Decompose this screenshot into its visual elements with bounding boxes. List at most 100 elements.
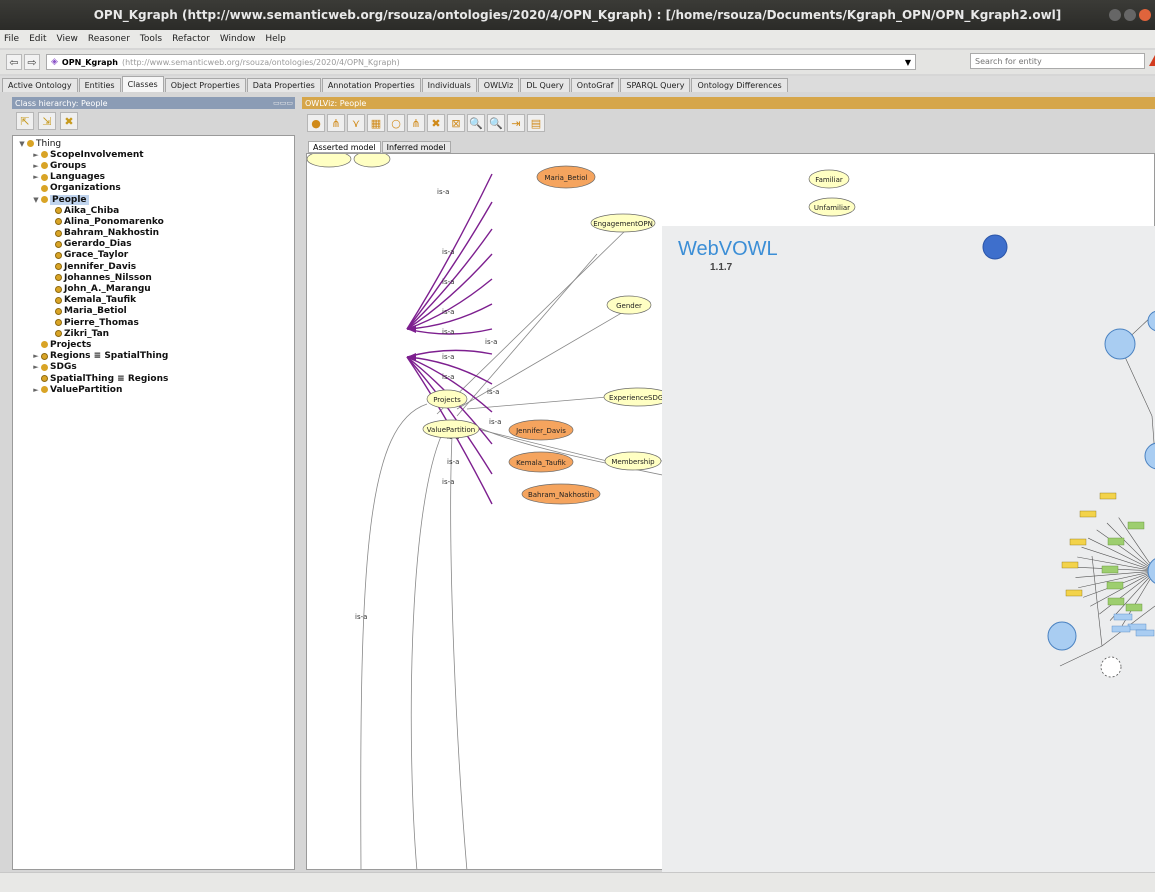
zoom-in-button[interactable]: 🔍: [487, 114, 505, 132]
class-icon: [41, 162, 48, 170]
tree-item[interactable]: Alina_Ponomarenko: [17, 216, 294, 227]
tab-classes[interactable]: Classes: [121, 76, 164, 92]
hide-all-button[interactable]: ✖: [427, 114, 445, 132]
tree-item-label: Groups: [50, 160, 87, 171]
menu-file[interactable]: File: [4, 34, 19, 44]
tab-ontology-differences[interactable]: Ontology Differences: [691, 78, 788, 92]
webvowl-datatype-node: [1101, 565, 1119, 574]
expand-toggle-icon[interactable]: ►: [31, 363, 41, 371]
tree-item[interactable]: ▼ People: [17, 194, 294, 205]
tree-item[interactable]: Gerardo_Dias: [17, 239, 294, 250]
expand-toggle-icon[interactable]: ▼: [31, 196, 41, 204]
show-subclasses-button[interactable]: ⋔: [327, 114, 345, 132]
expand-toggle-icon[interactable]: ►: [31, 151, 41, 159]
webvowl-nav-node: [982, 234, 1008, 260]
tab-inferred-model[interactable]: Inferred model: [381, 141, 451, 153]
tree-item[interactable]: Organizations: [17, 183, 294, 194]
tree-item[interactable]: ▼ Thing: [17, 138, 294, 149]
tab-data-properties[interactable]: Data Properties: [246, 78, 321, 92]
individual-icon: [55, 274, 62, 282]
webvowl-class-node: [1147, 310, 1155, 332]
window-titlebar: OPN_Kgraph (http://www.semanticweb.org/r…: [0, 0, 1155, 30]
menu-edit[interactable]: Edit: [29, 34, 46, 44]
delete-class-button[interactable]: ✖: [60, 112, 78, 130]
menu-help[interactable]: Help: [265, 34, 286, 44]
tree-item[interactable]: Aika_Chiba: [17, 205, 294, 216]
tab-owlviz[interactable]: OWLViz: [477, 78, 520, 92]
class-tree[interactable]: ▼ Thing ► ScopeInvolvement ► Groups ► Languages…: [12, 135, 295, 870]
menubar: File Edit View Reasoner Tools Refactor W…: [0, 30, 1155, 48]
tree-item[interactable]: SpatialThing ≡ Regions: [17, 373, 294, 384]
tree-item[interactable]: Projects: [17, 339, 294, 350]
menu-window[interactable]: Window: [220, 34, 256, 44]
tree-item[interactable]: ► Languages: [17, 172, 294, 183]
close-button[interactable]: [1139, 9, 1151, 21]
webvowl-graph[interactable]: [662, 226, 1155, 892]
export-button[interactable]: ⇥: [507, 114, 525, 132]
tree-item[interactable]: John_A._Marangu: [17, 283, 294, 294]
tree-item[interactable]: Grace_Taylor: [17, 250, 294, 261]
tree-item[interactable]: Zikri_Tan: [17, 328, 294, 339]
tree-item[interactable]: Jennifer_Davis: [17, 261, 294, 272]
tab-entities[interactable]: Entities: [78, 78, 121, 92]
tree-item[interactable]: ► Regions ≡ SpatialThing: [17, 351, 294, 362]
tree-item[interactable]: Maria_Betiol: [17, 306, 294, 317]
hide-subclasses-button[interactable]: ⋔: [407, 114, 425, 132]
class-hierarchy-title: Class hierarchy: People: [15, 98, 108, 108]
tree-item[interactable]: Bahram_Nakhostin: [17, 228, 294, 239]
tree-item[interactable]: Johannes_Nilsson: [17, 272, 294, 283]
menu-view[interactable]: View: [57, 34, 78, 44]
tree-item[interactable]: Kemala_Taufik: [17, 295, 294, 306]
zoom-out-button[interactable]: 🔍: [467, 114, 485, 132]
hide-class-button[interactable]: ○: [387, 114, 405, 132]
tab-dl-query[interactable]: DL Query: [520, 78, 570, 92]
expand-toggle-icon[interactable]: ►: [31, 162, 41, 170]
show-class-button[interactable]: ●: [307, 114, 325, 132]
edge-label: is-a: [355, 613, 367, 621]
tree-item[interactable]: ► Groups: [17, 160, 294, 171]
menu-reasoner[interactable]: Reasoner: [88, 34, 130, 44]
tab-active-ontology[interactable]: Active Ontology: [2, 78, 78, 92]
add-subclass-button[interactable]: ⇱: [16, 112, 34, 130]
expand-toggle-icon[interactable]: ►: [31, 386, 41, 394]
tab-sparql-query[interactable]: SPARQL Query: [620, 78, 691, 92]
maximize-button[interactable]: [1124, 9, 1136, 21]
add-sibling-class-button[interactable]: ⇲: [38, 112, 56, 130]
show-all-classes-button[interactable]: ▦: [367, 114, 385, 132]
ontology-selector[interactable]: ◈ OPN_Kgraph (http://www.semanticweb.org…: [46, 54, 916, 70]
show-superclasses-button[interactable]: ⋎: [347, 114, 365, 132]
search-entity-input[interactable]: [970, 53, 1145, 69]
individual-icon: [55, 240, 62, 248]
tree-item[interactable]: ► ValuePartition: [17, 384, 294, 395]
tree-item[interactable]: Pierre_Thomas: [17, 317, 294, 328]
tree-item[interactable]: ► ScopeInvolvement: [17, 149, 294, 160]
dropdown-arrow-icon[interactable]: ▼: [905, 58, 911, 67]
forward-button[interactable]: ⇨: [24, 54, 40, 70]
options-button[interactable]: ▤: [527, 114, 545, 132]
expand-toggle-icon[interactable]: ►: [31, 173, 41, 181]
class-icon: [41, 341, 48, 349]
tab-annotation-properties[interactable]: Annotation Properties: [321, 78, 421, 92]
tab-ontograf[interactable]: OntoGraf: [570, 78, 620, 92]
tree-item-label: Bahram_Nakhostin: [64, 228, 160, 239]
edge-label: is-a: [437, 188, 449, 196]
class-hierarchy-header: Class hierarchy: People ▭▭▭: [12, 97, 295, 109]
expand-toggle-icon[interactable]: ▼: [17, 140, 27, 148]
tree-item[interactable]: ► SDGs: [17, 362, 294, 373]
edge-label: is-a: [442, 353, 454, 361]
expand-toggle-icon[interactable]: ►: [31, 352, 41, 360]
fit-view-button[interactable]: ⊠: [447, 114, 465, 132]
edge-label: is-a: [442, 308, 454, 316]
tree-item-label: Grace_Taylor: [64, 250, 129, 261]
edge-line: [360, 403, 428, 869]
menu-tools[interactable]: Tools: [140, 34, 162, 44]
menu-refactor[interactable]: Refactor: [172, 34, 210, 44]
back-button[interactable]: ⇦: [6, 54, 22, 70]
tab-object-properties[interactable]: Object Properties: [164, 78, 246, 92]
tab-individuals[interactable]: Individuals: [421, 78, 477, 92]
warning-icon[interactable]: [1149, 55, 1155, 66]
minimize-button[interactable]: [1109, 9, 1121, 21]
edge-line: [450, 435, 468, 869]
tab-asserted-model[interactable]: Asserted model: [308, 141, 381, 153]
view-controls-icon[interactable]: ▭▭▭: [273, 99, 293, 107]
